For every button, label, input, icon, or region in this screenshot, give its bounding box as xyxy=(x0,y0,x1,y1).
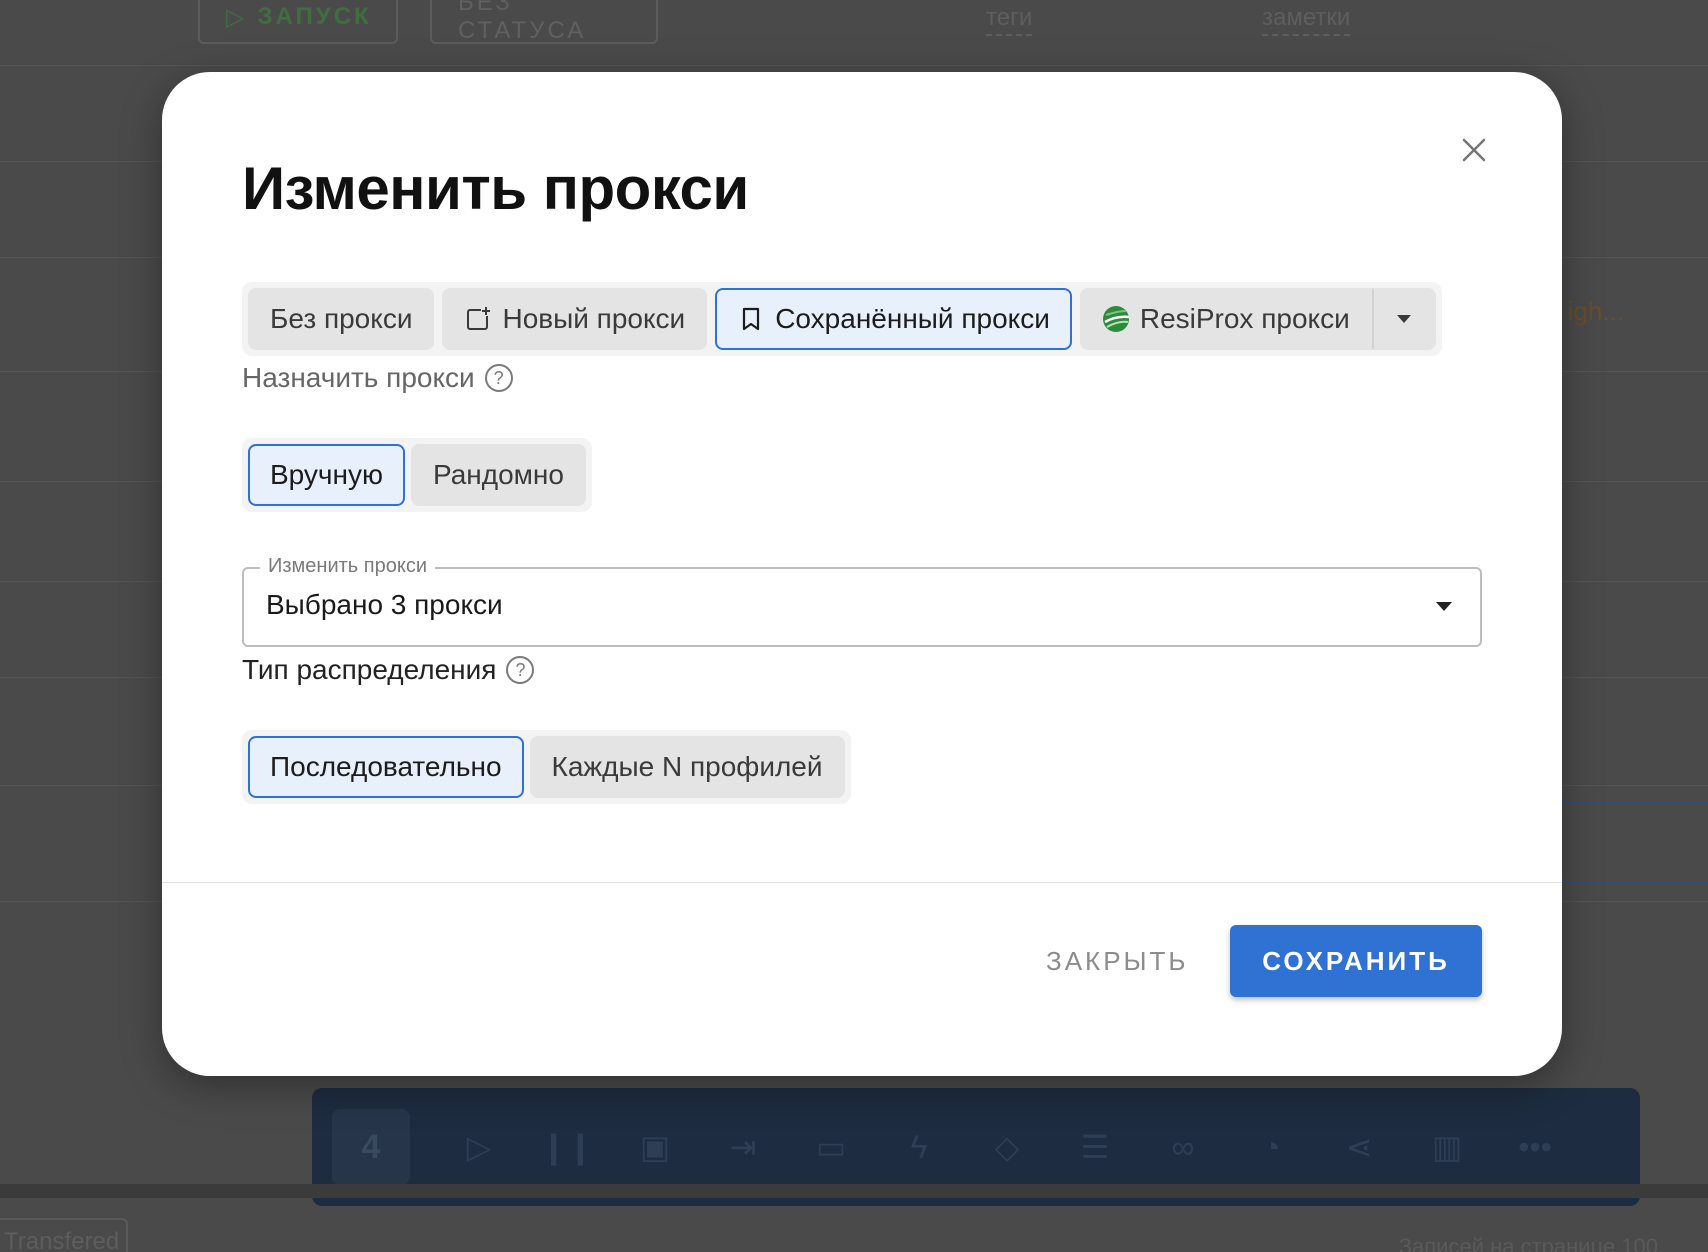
bg-run-button: ▷ ЗАПУСК xyxy=(198,0,398,44)
distribution-sequential-option[interactable]: Последовательно xyxy=(248,736,524,798)
assign-random-option[interactable]: Рандомно xyxy=(410,444,586,506)
list-icon: ☰ xyxy=(1080,1129,1110,1165)
play-icon: ▷ xyxy=(466,1129,492,1165)
share-icon: ⋖ xyxy=(1345,1129,1373,1165)
proxy-icon: ϟ xyxy=(910,1128,928,1165)
resiprox-logo-icon xyxy=(1102,306,1129,332)
assign-manual-option[interactable]: Вручную xyxy=(248,444,405,506)
dialog-title: Изменить прокси xyxy=(242,155,749,222)
bg-notes-link: заметки xyxy=(1262,4,1351,36)
folder-remove-icon: ▭ xyxy=(815,1129,847,1165)
bg-scrollbar xyxy=(0,1184,1708,1198)
cookie-icon: ◔ xyxy=(1261,1128,1281,1165)
tag-icon: ◇ xyxy=(994,1129,1020,1165)
bookmark-icon xyxy=(743,307,760,331)
tab-new-proxy[interactable]: Новый прокси xyxy=(442,288,708,350)
tab-no-proxy[interactable]: Без прокси xyxy=(248,288,435,350)
more-icon: ••• xyxy=(1518,1128,1552,1165)
link-icon: ∞ xyxy=(1171,1128,1195,1165)
bg-pager: Записей на странице 100 xyxy=(1398,1234,1658,1252)
caret-down-icon xyxy=(1436,602,1452,611)
close-button[interactable]: ЗАКРЫТЬ xyxy=(1022,925,1213,997)
play-icon: ▷ xyxy=(226,3,248,31)
pause-icon: ❙❙ xyxy=(540,1129,594,1165)
assign-mode-toggle: Вручную Рандомно xyxy=(242,438,592,512)
resiprox-dropdown-button[interactable] xyxy=(1371,288,1436,350)
bg-tags-link: теги xyxy=(986,4,1033,36)
change-proxy-dialog: Изменить прокси Без прокси Новый прокси … xyxy=(162,72,1562,1076)
bg-selected-count: 4 xyxy=(332,1109,410,1185)
distribution-every-n-option[interactable]: Каждые N профилей xyxy=(529,736,845,798)
help-icon[interactable]: ? xyxy=(484,364,513,392)
proxy-source-tabs: Без прокси Новый прокси Сохранённый прок… xyxy=(242,282,1442,356)
bg-no-status-button: БЕЗ СТАТУСА xyxy=(430,0,658,44)
assign-proxy-label: Назначить прокси ? xyxy=(242,362,513,394)
trash-icon: ▥ xyxy=(1431,1129,1463,1165)
proxy-select-value: Выбрано 3 прокси xyxy=(266,589,503,620)
caret-down-icon xyxy=(1396,315,1411,323)
distribution-type-label: Тип распределения ? xyxy=(242,654,535,686)
footer-divider xyxy=(162,882,1562,883)
proxy-select-legend: Изменить прокси xyxy=(260,555,435,578)
help-icon[interactable]: ? xyxy=(506,656,535,684)
proxy-select[interactable]: Изменить прокси Выбрано 3 прокси xyxy=(242,555,1482,647)
distribution-type-toggle: Последовательно Каждые N профилей xyxy=(242,730,851,804)
folder-move-icon: ⇥ xyxy=(729,1129,757,1165)
preview-icon: ▣ xyxy=(639,1129,671,1165)
close-icon[interactable] xyxy=(1458,134,1490,166)
add-box-icon xyxy=(467,307,491,330)
bg-selected-row-edge xyxy=(1560,802,1708,884)
save-button[interactable]: СОХРАНИТЬ xyxy=(1230,925,1482,997)
tab-saved-proxy[interactable]: Сохранённый прокси xyxy=(715,288,1072,350)
tab-resiprox-proxy[interactable]: ResiProx прокси xyxy=(1079,288,1372,350)
bg-tag-chip: Transfered xyxy=(0,1218,128,1252)
bg-truncated-text: igh... xyxy=(1567,296,1624,326)
